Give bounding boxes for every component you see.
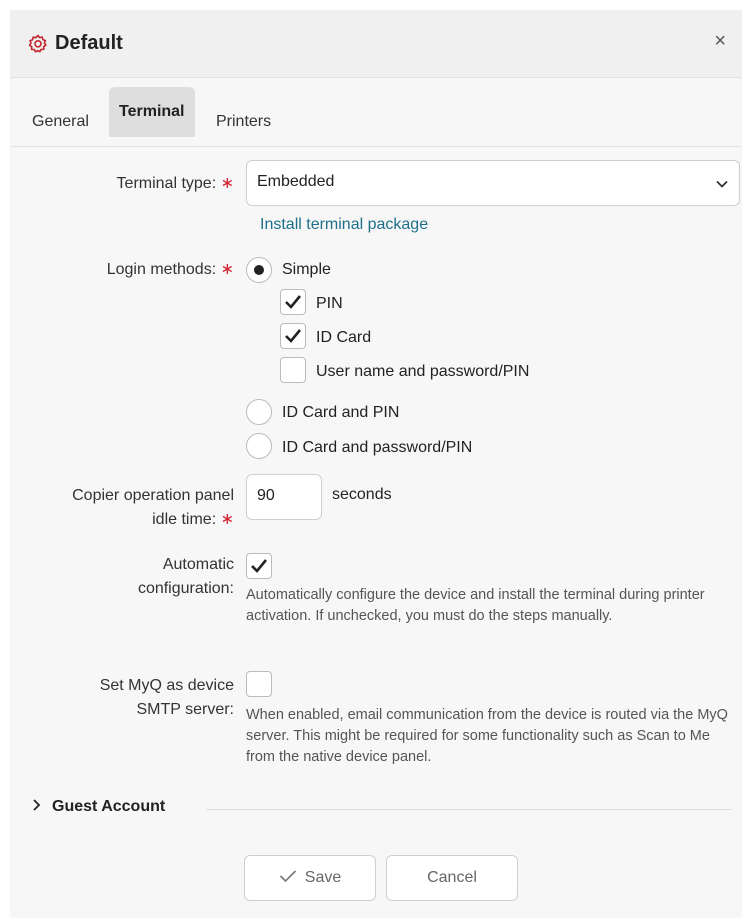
chevron-right-icon bbox=[32, 798, 42, 816]
radio-id-card-and-pin-label: ID Card and PIN bbox=[282, 404, 400, 421]
login-methods-label: Login methods: ∗ bbox=[107, 258, 234, 282]
auto-config-label-line1: Automatic bbox=[162, 556, 234, 573]
checkmark-icon bbox=[251, 559, 268, 573]
smtp-checkbox[interactable] bbox=[246, 671, 272, 697]
guest-account-label: Guest Account bbox=[52, 798, 166, 815]
section-divider bbox=[206, 809, 732, 810]
checkbox-pin[interactable] bbox=[280, 289, 306, 315]
checkmark-icon bbox=[285, 295, 302, 309]
radio-id-card-and-password[interactable] bbox=[246, 433, 272, 459]
smtp-help: When enabled, email communication from t… bbox=[246, 707, 728, 765]
checkbox-username-password[interactable] bbox=[280, 357, 306, 383]
radio-id-card-and-password-label: ID Card and password/PIN bbox=[282, 439, 473, 456]
tab-bar: General Terminal Printers bbox=[10, 79, 742, 147]
checkbox-pin-label: PIN bbox=[316, 295, 343, 312]
smtp-label: Set MyQ as device SMTP server: bbox=[100, 674, 234, 722]
tab-terminal[interactable]: Terminal bbox=[109, 87, 195, 137]
auto-config-label: Automatic configuration: bbox=[138, 553, 234, 601]
radio-simple-label: Simple bbox=[282, 261, 331, 278]
gear-icon bbox=[28, 34, 47, 53]
auto-config-checkbox[interactable] bbox=[246, 553, 272, 579]
tab-general[interactable]: General bbox=[22, 98, 99, 146]
install-terminal-package-link[interactable]: Install terminal package bbox=[260, 216, 428, 234]
radio-id-card-and-pin[interactable] bbox=[246, 399, 272, 425]
required-marker: ∗ bbox=[220, 511, 234, 528]
chevron-down-icon bbox=[716, 180, 728, 188]
checkbox-id-card-label: ID Card bbox=[316, 329, 372, 346]
dialog: Default × General Terminal Printers Term… bbox=[10, 10, 742, 918]
idle-time-label-line1: Copier operation panel bbox=[72, 487, 234, 504]
idle-time-value: 90 bbox=[257, 487, 275, 504]
close-icon[interactable]: × bbox=[714, 30, 726, 53]
dialog-title: Default bbox=[55, 32, 123, 54]
smtp-label-line1: Set MyQ as device bbox=[99, 677, 234, 694]
terminal-type-value: Embedded bbox=[257, 173, 335, 190]
terminal-type-label: Terminal type: ∗ bbox=[117, 172, 234, 196]
save-button[interactable]: Save bbox=[244, 855, 376, 901]
auto-config-help: Automatically configure the device and i… bbox=[246, 587, 705, 624]
tab-printers[interactable]: Printers bbox=[206, 98, 281, 146]
smtp-label-line2: SMTP server: bbox=[136, 701, 235, 718]
cancel-button[interactable]: Cancel bbox=[386, 855, 518, 901]
radio-simple[interactable] bbox=[246, 257, 272, 283]
idle-time-unit: seconds bbox=[332, 486, 392, 503]
checkbox-id-card[interactable] bbox=[280, 323, 306, 349]
terminal-type-select[interactable]: Embedded bbox=[246, 160, 740, 206]
idle-time-label-line2: idle time: bbox=[152, 511, 217, 528]
guest-account-toggle[interactable]: Guest Account bbox=[32, 798, 165, 816]
required-marker: ∗ bbox=[220, 261, 234, 278]
checkmark-icon bbox=[279, 870, 296, 883]
idle-time-input[interactable]: 90 bbox=[246, 474, 322, 520]
save-button-label: Save bbox=[304, 869, 342, 886]
terminal-type-label-text: Terminal type: bbox=[116, 175, 217, 192]
login-methods-label-text: Login methods: bbox=[106, 261, 217, 278]
dialog-header: Default × bbox=[10, 10, 742, 78]
idle-time-label: Copier operation panel idle time: ∗ bbox=[72, 484, 234, 532]
required-marker: ∗ bbox=[220, 175, 234, 192]
checkmark-icon bbox=[285, 329, 302, 343]
auto-config-label-line2: configuration: bbox=[137, 580, 234, 597]
checkbox-username-password-label: User name and password/PIN bbox=[316, 363, 530, 380]
